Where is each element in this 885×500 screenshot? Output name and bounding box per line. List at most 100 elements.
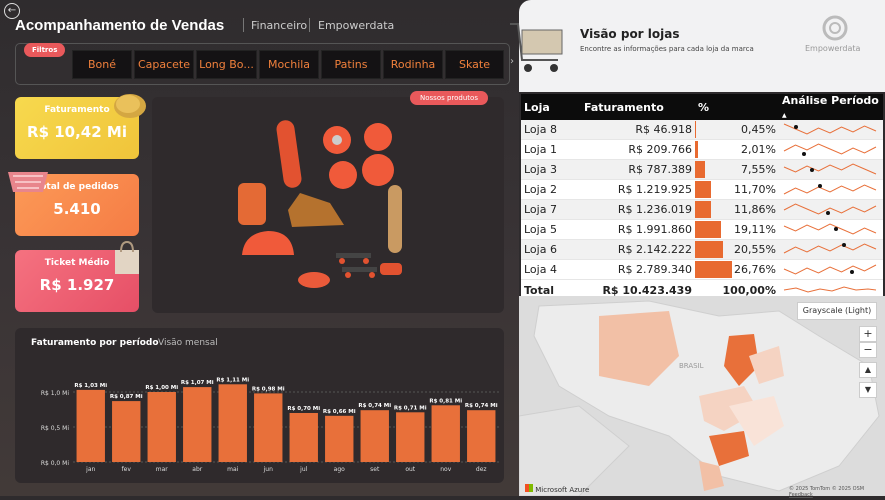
filter-tile[interactable]: Long Bo... xyxy=(196,50,257,79)
data-label: R$ 0,71 Mi xyxy=(394,405,427,411)
filter-tile[interactable]: Mochila xyxy=(259,50,319,79)
nav-empowerdata[interactable]: Empowerdata xyxy=(318,19,394,32)
store-spark xyxy=(779,259,883,280)
zoom-in-button[interactable]: + xyxy=(859,326,877,342)
page-title: Acompanhamento de Vendas xyxy=(15,17,225,34)
filter-tile[interactable]: Rodinha xyxy=(383,50,443,79)
compass-icon[interactable]: ▼ xyxy=(859,382,877,398)
share-bar xyxy=(695,121,696,138)
store-spark xyxy=(779,199,883,220)
divider xyxy=(243,18,244,32)
map-canvas xyxy=(518,296,885,497)
filter-tile[interactable]: Capacete xyxy=(134,50,194,79)
table-row[interactable]: Loja 6 R$ 2.142.222 20,55% xyxy=(521,239,883,260)
store-name: Loja 6 xyxy=(521,239,581,260)
store-spark xyxy=(779,120,883,140)
map-attribution: © 2025 TomTom © 2025 OSM Feedback xyxy=(789,486,865,498)
x-tick-label: set xyxy=(370,466,380,473)
bar-dez xyxy=(467,410,496,462)
col-header-pct[interactable]: % xyxy=(695,94,779,120)
col-header-analise[interactable]: Análise Período ▲ xyxy=(779,94,883,120)
store-revenue: R$ 2.789.340 xyxy=(581,259,695,280)
store-revenue: R$ 1.991.860 xyxy=(581,219,695,240)
y-tick-label: R$ 0,0 Mi xyxy=(41,460,70,467)
sparkline xyxy=(783,203,877,215)
sparkline xyxy=(783,143,877,156)
store-spark xyxy=(779,219,883,240)
store-share: 0,45% xyxy=(695,120,779,140)
bar-out xyxy=(396,412,425,462)
sparkline xyxy=(783,163,877,175)
kpi-value: R$ 1.927 xyxy=(39,276,115,294)
table-row[interactable]: Loja 2 R$ 1.219.925 11,70% xyxy=(521,179,883,200)
kpi-value: 5.410 xyxy=(53,200,101,218)
basket-icon xyxy=(8,172,48,192)
data-label: R$ 0,81 Mi xyxy=(429,398,462,404)
data-label: R$ 1,07 Mi xyxy=(181,380,214,386)
data-label: R$ 0,98 Mi xyxy=(252,386,285,392)
y-tick-label: R$ 1,0 Mi xyxy=(41,390,70,397)
store-spark xyxy=(779,179,883,200)
store-share: 7,55% xyxy=(695,159,779,180)
col-header-faturamento[interactable]: Faturamento xyxy=(581,94,695,120)
store-name: Loja 8 xyxy=(521,120,581,140)
share-bar xyxy=(695,201,712,218)
shopping-bag-icon xyxy=(115,240,139,274)
map-style-button[interactable]: Grayscale (Light) xyxy=(797,302,877,320)
store-share: 11,86% xyxy=(695,199,779,220)
data-label: R$ 0,87 Mi xyxy=(110,394,143,400)
bar-fev xyxy=(112,401,141,462)
share-bar xyxy=(695,221,722,238)
filter-tile[interactable]: Skate xyxy=(445,50,504,79)
sparkline xyxy=(783,264,877,275)
shopping-cart-icon xyxy=(510,23,563,72)
tilt-icon[interactable]: ▲ xyxy=(859,362,877,378)
table-row[interactable]: Loja 3 R$ 787.389 7,55% xyxy=(521,159,883,180)
nav-financeiro[interactable]: Financeiro xyxy=(251,19,307,32)
table-row[interactable]: Loja 4 R$ 2.789.340 26,76% xyxy=(521,259,883,280)
zoom-out-button[interactable]: − xyxy=(859,342,877,358)
col-header-loja[interactable]: Loja xyxy=(521,94,581,120)
data-label: R$ 0,74 Mi xyxy=(358,403,391,409)
divider xyxy=(309,18,310,32)
store-share: 20,55% xyxy=(695,239,779,260)
store-share: 2,01% xyxy=(695,139,779,160)
table-row[interactable]: Loja 7 R$ 1.236.019 11,86% xyxy=(521,199,883,220)
sparkline xyxy=(783,243,877,254)
bar-jan xyxy=(76,389,105,462)
bar-mar xyxy=(147,392,176,462)
bar-jul xyxy=(289,413,318,462)
bar-mai xyxy=(218,384,247,462)
feedback-link[interactable]: Feedback xyxy=(789,492,813,498)
sales-map[interactable]: BRASIL Grayscale (Light) + − ▲ ▼ Microso… xyxy=(518,296,885,498)
x-tick-label: fev xyxy=(122,466,132,473)
store-share: 19,11% xyxy=(695,219,779,240)
store-name: Loja 3 xyxy=(521,159,581,180)
y-tick-label: R$ 0,5 Mi xyxy=(41,425,70,432)
data-label: R$ 1,03 Mi xyxy=(74,383,107,389)
x-tick-label: abr xyxy=(192,466,202,473)
filter-tile[interactable]: Patins xyxy=(321,50,381,79)
table-row[interactable]: Loja 1 R$ 209.766 2,01% xyxy=(521,139,883,160)
table-row[interactable]: Loja 8 R$ 46.918 0,45% xyxy=(521,120,883,140)
bar-set xyxy=(360,410,389,462)
store-revenue: R$ 209.766 xyxy=(581,139,695,160)
x-tick-label: dez xyxy=(476,466,487,473)
bar-nov xyxy=(431,405,460,462)
bar-jun xyxy=(254,393,283,462)
map-style-label: Grayscale (Light) xyxy=(802,306,872,315)
share-bar xyxy=(695,181,712,198)
store-name: Loja 5 xyxy=(521,219,581,240)
microsoft-logo-icon xyxy=(525,484,533,492)
chart-title: Faturamento por período xyxy=(31,338,159,348)
x-tick-label: ago xyxy=(334,466,345,473)
data-label: R$ 0,66 Mi xyxy=(323,409,356,415)
filter-tile[interactable]: Boné xyxy=(72,50,132,79)
store-spark xyxy=(779,239,883,260)
store-share: 11,70% xyxy=(695,179,779,200)
store-name: Loja 2 xyxy=(521,179,581,200)
table-row[interactable]: Loja 5 R$ 1.991.860 19,11% xyxy=(521,219,883,240)
store-revenue: R$ 787.389 xyxy=(581,159,695,180)
map-country-label: BRASIL xyxy=(679,362,704,370)
store-spark xyxy=(779,139,883,160)
